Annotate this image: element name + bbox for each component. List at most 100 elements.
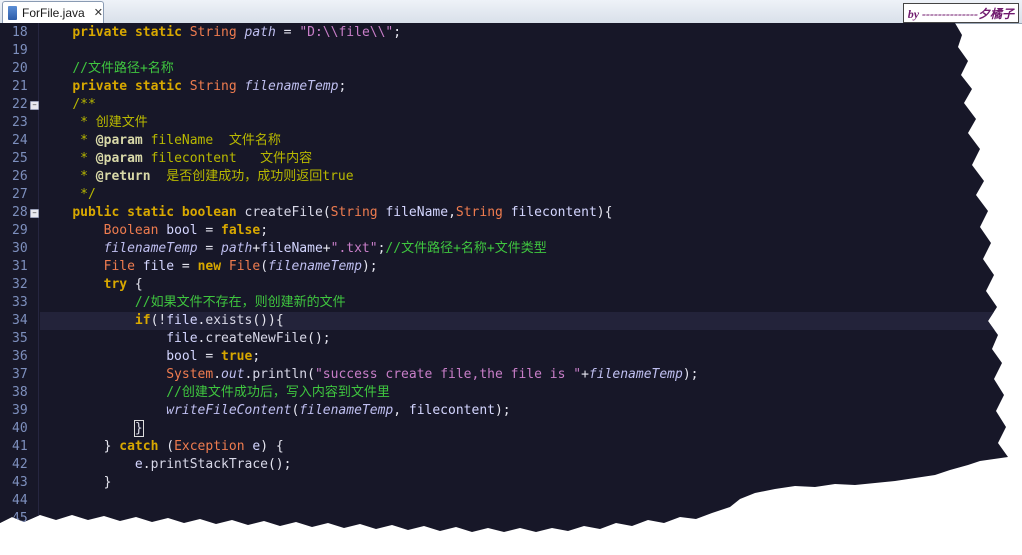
line-number: 19 <box>12 43 28 58</box>
code-token: , <box>393 403 409 418</box>
code-line[interactable]: Boolean bool = false; <box>41 222 981 240</box>
code-line[interactable]: * @param fileName 文件名称 <box>41 132 981 150</box>
code-token: fileName <box>385 205 449 220</box>
code-line[interactable]: * 创建文件 <box>41 114 981 132</box>
line-number: 42 <box>12 457 28 472</box>
code-token: , <box>448 205 456 220</box>
code-token: fileName <box>260 241 323 256</box>
code-token: createNewFile <box>205 331 308 346</box>
code-token: ; <box>252 349 261 364</box>
code-line[interactable]: file.createNewFile(); <box>41 330 981 348</box>
code-token: * <box>41 169 96 184</box>
code-token: //创建文件成功后，写入内容到文件里 <box>166 385 390 400</box>
line-number: 25 <box>12 151 28 166</box>
code-token: @param <box>95 133 143 148</box>
code-token: ; <box>393 25 402 40</box>
line-number: 30 <box>12 241 28 256</box>
code-token: catch <box>119 439 159 454</box>
code-token: exists <box>205 313 253 328</box>
code-token: true <box>221 349 253 364</box>
tab-forfile-java[interactable]: ForFile.java ✕ <box>2 1 104 23</box>
code-token: Exception <box>174 439 245 454</box>
code-token: filecontent <box>510 205 597 220</box>
code-line[interactable]: try { <box>41 276 981 294</box>
line-number: 18 <box>12 25 28 40</box>
code-line[interactable]: //创建文件成功后，写入内容到文件里 <box>41 384 981 402</box>
code-token: private <box>72 79 128 94</box>
tab-title: ForFile.java <box>22 5 85 20</box>
code-token: ) { <box>260 439 284 454</box>
code-line[interactable]: } <box>41 474 981 492</box>
code-token: e <box>252 439 261 454</box>
code-token: ( <box>322 205 331 220</box>
code-line[interactable]: private static String filenameTemp; <box>41 78 981 96</box>
code-line[interactable]: bool = true; <box>41 348 981 366</box>
code-line[interactable] <box>41 510 981 528</box>
line-number: 20 <box>12 61 28 76</box>
code-line[interactable]: public static boolean createFile(String … <box>41 204 981 222</box>
line-number: 24 <box>12 133 28 148</box>
code-line[interactable]: writeFileContent(filenameTemp, fileconte… <box>41 402 981 420</box>
code-line[interactable]: /** <box>41 96 981 114</box>
code-line[interactable] <box>41 42 981 60</box>
code-line[interactable]: File file = new File(filenameTemp); <box>41 258 981 276</box>
code-token: file <box>166 313 198 328</box>
code-line[interactable]: * @return 是否创建成功，成功则返回true <box>41 168 981 186</box>
line-number: 45 <box>12 511 28 526</box>
line-number: 39 <box>12 403 28 418</box>
code-token: path <box>221 241 253 256</box>
close-icon[interactable]: ✕ <box>94 6 103 19</box>
fold-collapse-icon[interactable]: − <box>30 101 39 110</box>
line-number: 32 <box>12 277 28 292</box>
code-token: //文件路径+名称+文件类型 <box>385 241 547 256</box>
code-token: (); <box>267 457 292 472</box>
code-line[interactable]: System.out.println("success create file,… <box>41 366 981 384</box>
code-token: ( <box>158 439 175 454</box>
code-line[interactable]: filenameTemp = path+fileName+".txt";//文件… <box>41 240 981 258</box>
code-token: System <box>166 367 214 382</box>
line-number: 26 <box>12 169 28 184</box>
fold-collapse-icon[interactable]: − <box>30 209 39 218</box>
code-line[interactable]: //如果文件不存在，则创建新的文件 <box>41 294 981 312</box>
line-number: 21 <box>12 79 28 94</box>
code-token: try <box>103 277 128 292</box>
code-token: private <box>72 25 128 40</box>
code-token: = <box>197 241 222 256</box>
code-line[interactable]: e.printStackTrace(); <box>41 456 981 474</box>
code-line[interactable]: if(!file.exists()){ <box>41 312 981 330</box>
code-line[interactable]: * @param filecontent 文件内容 <box>41 150 981 168</box>
author-signature: by --------------夕橘子 <box>902 3 1019 23</box>
code-token: fileName 文件名称 <box>142 133 281 148</box>
code-line[interactable]: //文件路径+名称 <box>41 60 981 78</box>
code-line[interactable]: } <box>41 420 981 438</box>
code-token: out <box>221 367 245 382</box>
code-token: (! <box>150 313 167 328</box>
line-number: 38 <box>12 385 28 400</box>
code-token: File <box>228 259 261 274</box>
code-line[interactable]: } catch (Exception e) { <box>41 438 981 456</box>
line-number: 23 <box>12 115 28 130</box>
code-token: filenameTemp <box>268 259 362 274</box>
code-token: filecontent 文件内容 <box>142 151 313 166</box>
code-line[interactable]: private static String path = "D:\\file\\… <box>41 24 981 42</box>
code-token: ; <box>260 223 269 238</box>
code-token: file <box>142 259 175 274</box>
code-line[interactable]: */ <box>41 186 981 204</box>
code-editor[interactable]: 18 19 20 21 22−23 24 25 26 27 28−29 30 31 32 33 34 35 36… <box>0 23 1008 532</box>
code-token: String <box>189 25 237 40</box>
code-line[interactable] <box>41 492 981 510</box>
code-token: "success create file,the file is " <box>314 367 582 382</box>
